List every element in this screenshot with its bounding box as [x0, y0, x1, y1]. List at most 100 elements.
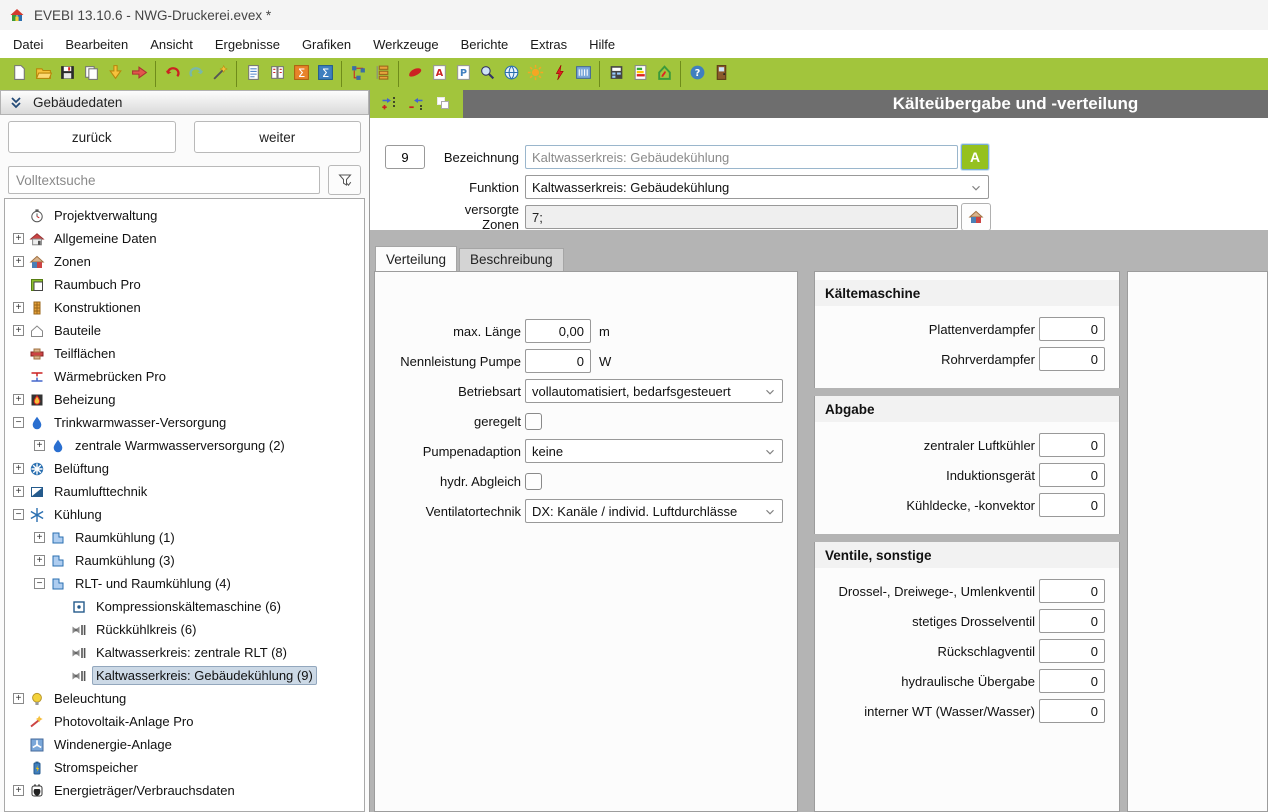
expander-minus-icon[interactable]: − — [13, 417, 24, 428]
tree-item-rückkühlkreis-6[interactable]: Rückkühlkreis (6) — [5, 618, 364, 641]
bezeichnung-field[interactable] — [525, 145, 958, 169]
ventilatortechnik-select[interactable]: DX: Kanäle / individ. Luftdurchlässe — [525, 499, 783, 523]
copy-entry-button[interactable] — [433, 94, 453, 114]
tree-item-konstruktionen[interactable]: +Konstruktionen — [5, 296, 364, 319]
tree-item-zonen[interactable]: +Zonen — [5, 250, 364, 273]
interner-wt-wasser-wasser-field[interactable] — [1039, 699, 1105, 723]
toolbar-sum-blue-button[interactable]: Σ — [313, 62, 337, 86]
filter-button[interactable] — [328, 165, 361, 195]
select-zones-button[interactable] — [961, 203, 991, 231]
induktionsgerät-field[interactable] — [1039, 463, 1105, 487]
stetiges-drosselventil-field[interactable] — [1039, 609, 1105, 633]
tree-item-kaltwasserkreis-gebäudekühlung-9[interactable]: Kaltwasserkreis: Gebäudekühlung (9) — [5, 664, 364, 687]
pumpenadaption-select[interactable]: keine — [525, 439, 783, 463]
menu-bearbeiten[interactable]: Bearbeiten — [54, 32, 139, 57]
tree-item-bauteile[interactable]: +Bauteile — [5, 319, 364, 342]
tree-item-zentrale-warmwasserversorgung-2[interactable]: +zentrale Warmwasserversorgung (2) — [5, 434, 364, 457]
expander-plus-icon[interactable]: + — [34, 532, 45, 543]
rückschlagventil-field[interactable] — [1039, 639, 1105, 663]
toolbar-calculator-button[interactable] — [604, 62, 628, 86]
hydraulische-übergabe-field[interactable] — [1039, 669, 1105, 693]
nennleistung-pumpe-field[interactable] — [525, 349, 591, 373]
tree-item-photovoltaik-anlage-pro[interactable]: Photovoltaik-Anlage Pro — [5, 710, 364, 733]
kühldecke-konvektor-field[interactable] — [1039, 493, 1105, 517]
tree-item-wärmebrücken-pro[interactable]: Wärmebrücken Pro — [5, 365, 364, 388]
menu-hilfe[interactable]: Hilfe — [578, 32, 626, 57]
toolbar-open-folder-button[interactable] — [31, 62, 55, 86]
tree-item-raumkühlung-1[interactable]: +Raumkühlung (1) — [5, 526, 364, 549]
tree-item-teilflächen[interactable]: Teilflächen — [5, 342, 364, 365]
rohrverdampfer-field[interactable] — [1039, 347, 1105, 371]
toolbar-undo-button[interactable] — [160, 62, 184, 86]
menu-ergebnisse[interactable]: Ergebnisse — [204, 32, 291, 57]
toolbar-flowchart-button[interactable] — [346, 62, 370, 86]
expander-plus-icon[interactable]: + — [34, 440, 45, 451]
betriebsart-select[interactable]: vollautomatisiert, bedarfsgesteuert — [525, 379, 783, 403]
tab-beschreibung[interactable]: Beschreibung — [459, 248, 564, 271]
toolbar-save-button[interactable] — [55, 62, 79, 86]
toolbar-energy-pass-button[interactable] — [652, 62, 676, 86]
add-entry-button[interactable] — [379, 94, 399, 114]
tree-item-raumlufttechnik[interactable]: +Raumlufttechnik — [5, 480, 364, 503]
tree-item-trinkwarmwasser-versorgung[interactable]: −Trinkwarmwasser-Versorgung — [5, 411, 364, 434]
search-input[interactable] — [8, 166, 320, 194]
expander-plus-icon[interactable]: + — [13, 256, 24, 267]
tree-item-windenergie-anlage[interactable]: Windenergie-Anlage — [5, 733, 364, 756]
menu-ansicht[interactable]: Ansicht — [139, 32, 204, 57]
expander-plus-icon[interactable]: + — [13, 394, 24, 405]
sidebar-header[interactable]: Gebäudedaten — [0, 90, 369, 115]
next-button[interactable]: weiter — [194, 121, 362, 153]
expander-plus-icon[interactable]: + — [13, 693, 24, 704]
tree-item-projektverwaltung[interactable]: Projektverwaltung — [5, 204, 364, 227]
toolbar-compare-columns-button[interactable] — [265, 62, 289, 86]
toolbar-report-button[interactable] — [241, 62, 265, 86]
auto-name-button[interactable]: A — [961, 144, 989, 170]
expander-plus-icon[interactable]: + — [13, 302, 24, 313]
expander-plus-icon[interactable]: + — [13, 486, 24, 497]
tree-item-belüftung[interactable]: +Belüftung — [5, 457, 364, 480]
toolbar-energy-label-button[interactable] — [628, 62, 652, 86]
menu-extras[interactable]: Extras — [519, 32, 578, 57]
zentraler-luftkühler-field[interactable] — [1039, 433, 1105, 457]
toolbar-sun-button[interactable] — [523, 62, 547, 86]
menu-grafiken[interactable]: Grafiken — [291, 32, 362, 57]
tree-item-raumbuch-pro[interactable]: Raumbuch Pro — [5, 273, 364, 296]
tree-item-beheizung[interactable]: +Beheizung — [5, 388, 364, 411]
toolbar-help-button[interactable]: ? — [685, 62, 709, 86]
tree-item-allgemeine-daten[interactable]: +Allgemeine Daten — [5, 227, 364, 250]
tree-item-kompressionskältemaschine-6[interactable]: Kompressionskältemaschine (6) — [5, 595, 364, 618]
toolbar-lightning-button[interactable] — [547, 62, 571, 86]
hydr-abgleich-checkbox[interactable] — [525, 473, 542, 490]
tree-item-kühlung[interactable]: −Kühlung — [5, 503, 364, 526]
toolbar-export-button[interactable] — [127, 62, 151, 86]
expander-minus-icon[interactable]: − — [34, 578, 45, 589]
geregelt-checkbox[interactable] — [525, 413, 542, 430]
expander-plus-icon[interactable]: + — [13, 785, 24, 796]
remove-entry-button[interactable] — [406, 94, 426, 114]
back-button[interactable]: zurück — [8, 121, 176, 153]
funktion-select[interactable]: Kaltwasserkreis: Gebäudekühlung — [525, 175, 989, 199]
toolbar-p-doc-button[interactable]: P — [451, 62, 475, 86]
tree-item-rlt-und-raumkühlung-4[interactable]: −RLT- und Raumkühlung (4) — [5, 572, 364, 595]
menu-datei[interactable]: Datei — [2, 32, 54, 57]
toolbar-zoom-button[interactable] — [475, 62, 499, 86]
toolbar-copy-button[interactable] — [79, 62, 103, 86]
toolbar-structure-list-button[interactable] — [370, 62, 394, 86]
entry-number-field[interactable] — [385, 145, 425, 169]
toolbar-globe-button[interactable] — [499, 62, 523, 86]
versorgte-zonen-field[interactable] — [525, 205, 958, 229]
tree-item-stromspeicher[interactable]: Stromspeicher — [5, 756, 364, 779]
tree-item-energieträger-verbrauchsdaten[interactable]: +Energieträger/Verbrauchsdaten — [5, 779, 364, 802]
menu-werkzeuge[interactable]: Werkzeuge — [362, 32, 450, 57]
tree-item-raumkühlung-3[interactable]: +Raumkühlung (3) — [5, 549, 364, 572]
toolbar-redo-button[interactable] — [184, 62, 208, 86]
expander-plus-icon[interactable]: + — [13, 325, 24, 336]
toolbar-sum-orange-button[interactable]: Σ — [289, 62, 313, 86]
expander-plus-icon[interactable]: + — [34, 555, 45, 566]
plattenverdampfer-field[interactable] — [1039, 317, 1105, 341]
toolbar-exit-door-button[interactable] — [709, 62, 733, 86]
tab-verteilung[interactable]: Verteilung — [375, 246, 457, 271]
toolbar-wizard-wand-button[interactable] — [208, 62, 232, 86]
toolbar-import-button[interactable] — [103, 62, 127, 86]
expander-plus-icon[interactable]: + — [13, 463, 24, 474]
